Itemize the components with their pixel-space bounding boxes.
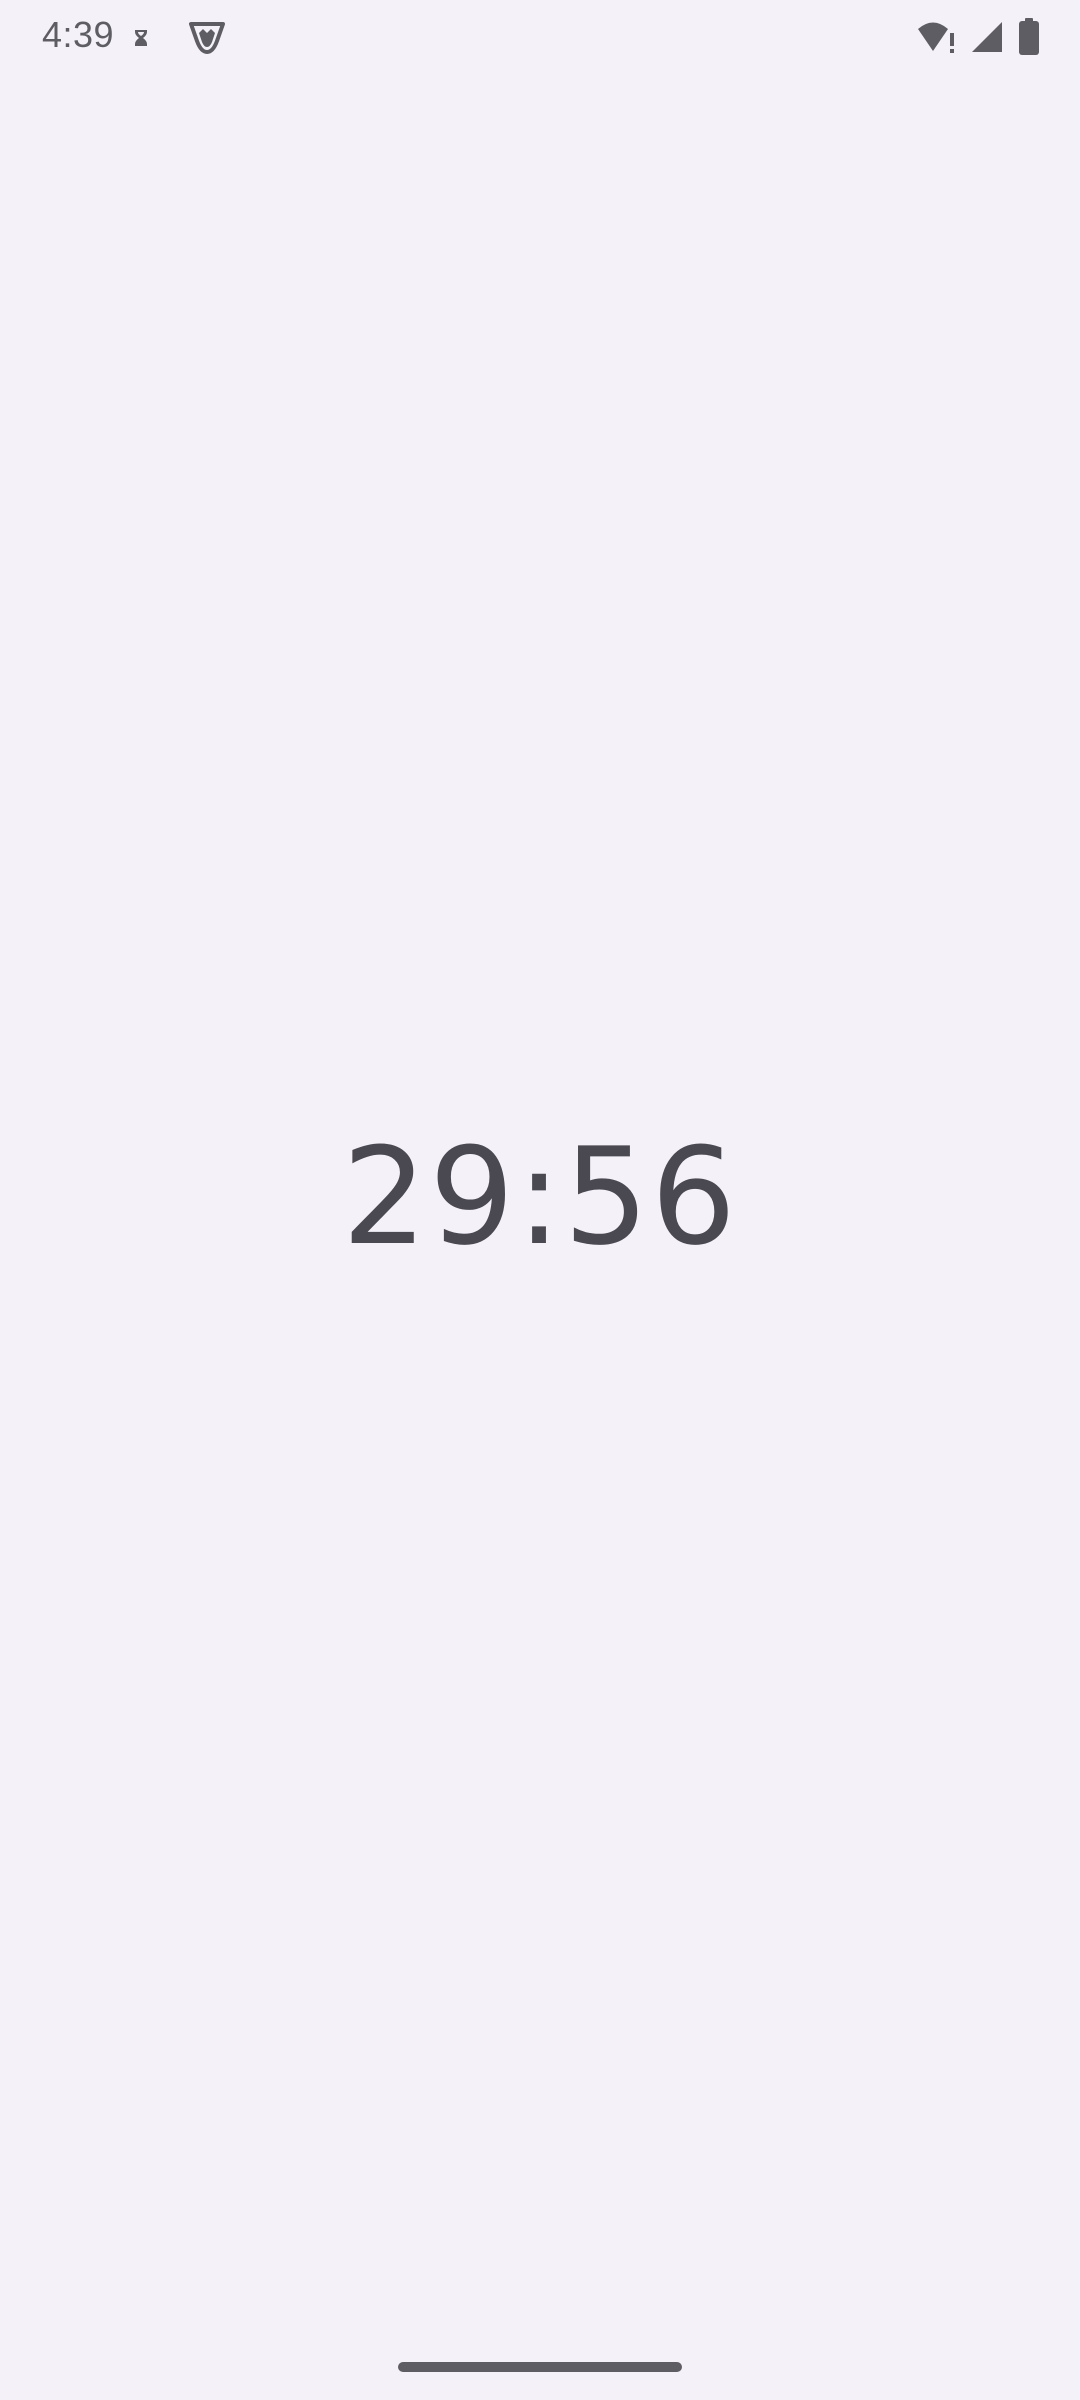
hourglass-icon <box>134 29 148 47</box>
status-left-icons <box>134 18 226 58</box>
battery-icon <box>1018 18 1040 56</box>
shield-app-icon <box>188 21 226 55</box>
wifi-alert-icon <box>916 19 956 55</box>
cell-signal-icon <box>970 20 1004 54</box>
status-right-icons <box>916 16 1040 58</box>
status-bar: 4:39 <box>0 0 1080 76</box>
timer-display[interactable]: 29:56 <box>0 1130 1080 1264</box>
gesture-nav-handle[interactable] <box>398 2362 682 2372</box>
status-time: 4:39 <box>42 14 115 55</box>
